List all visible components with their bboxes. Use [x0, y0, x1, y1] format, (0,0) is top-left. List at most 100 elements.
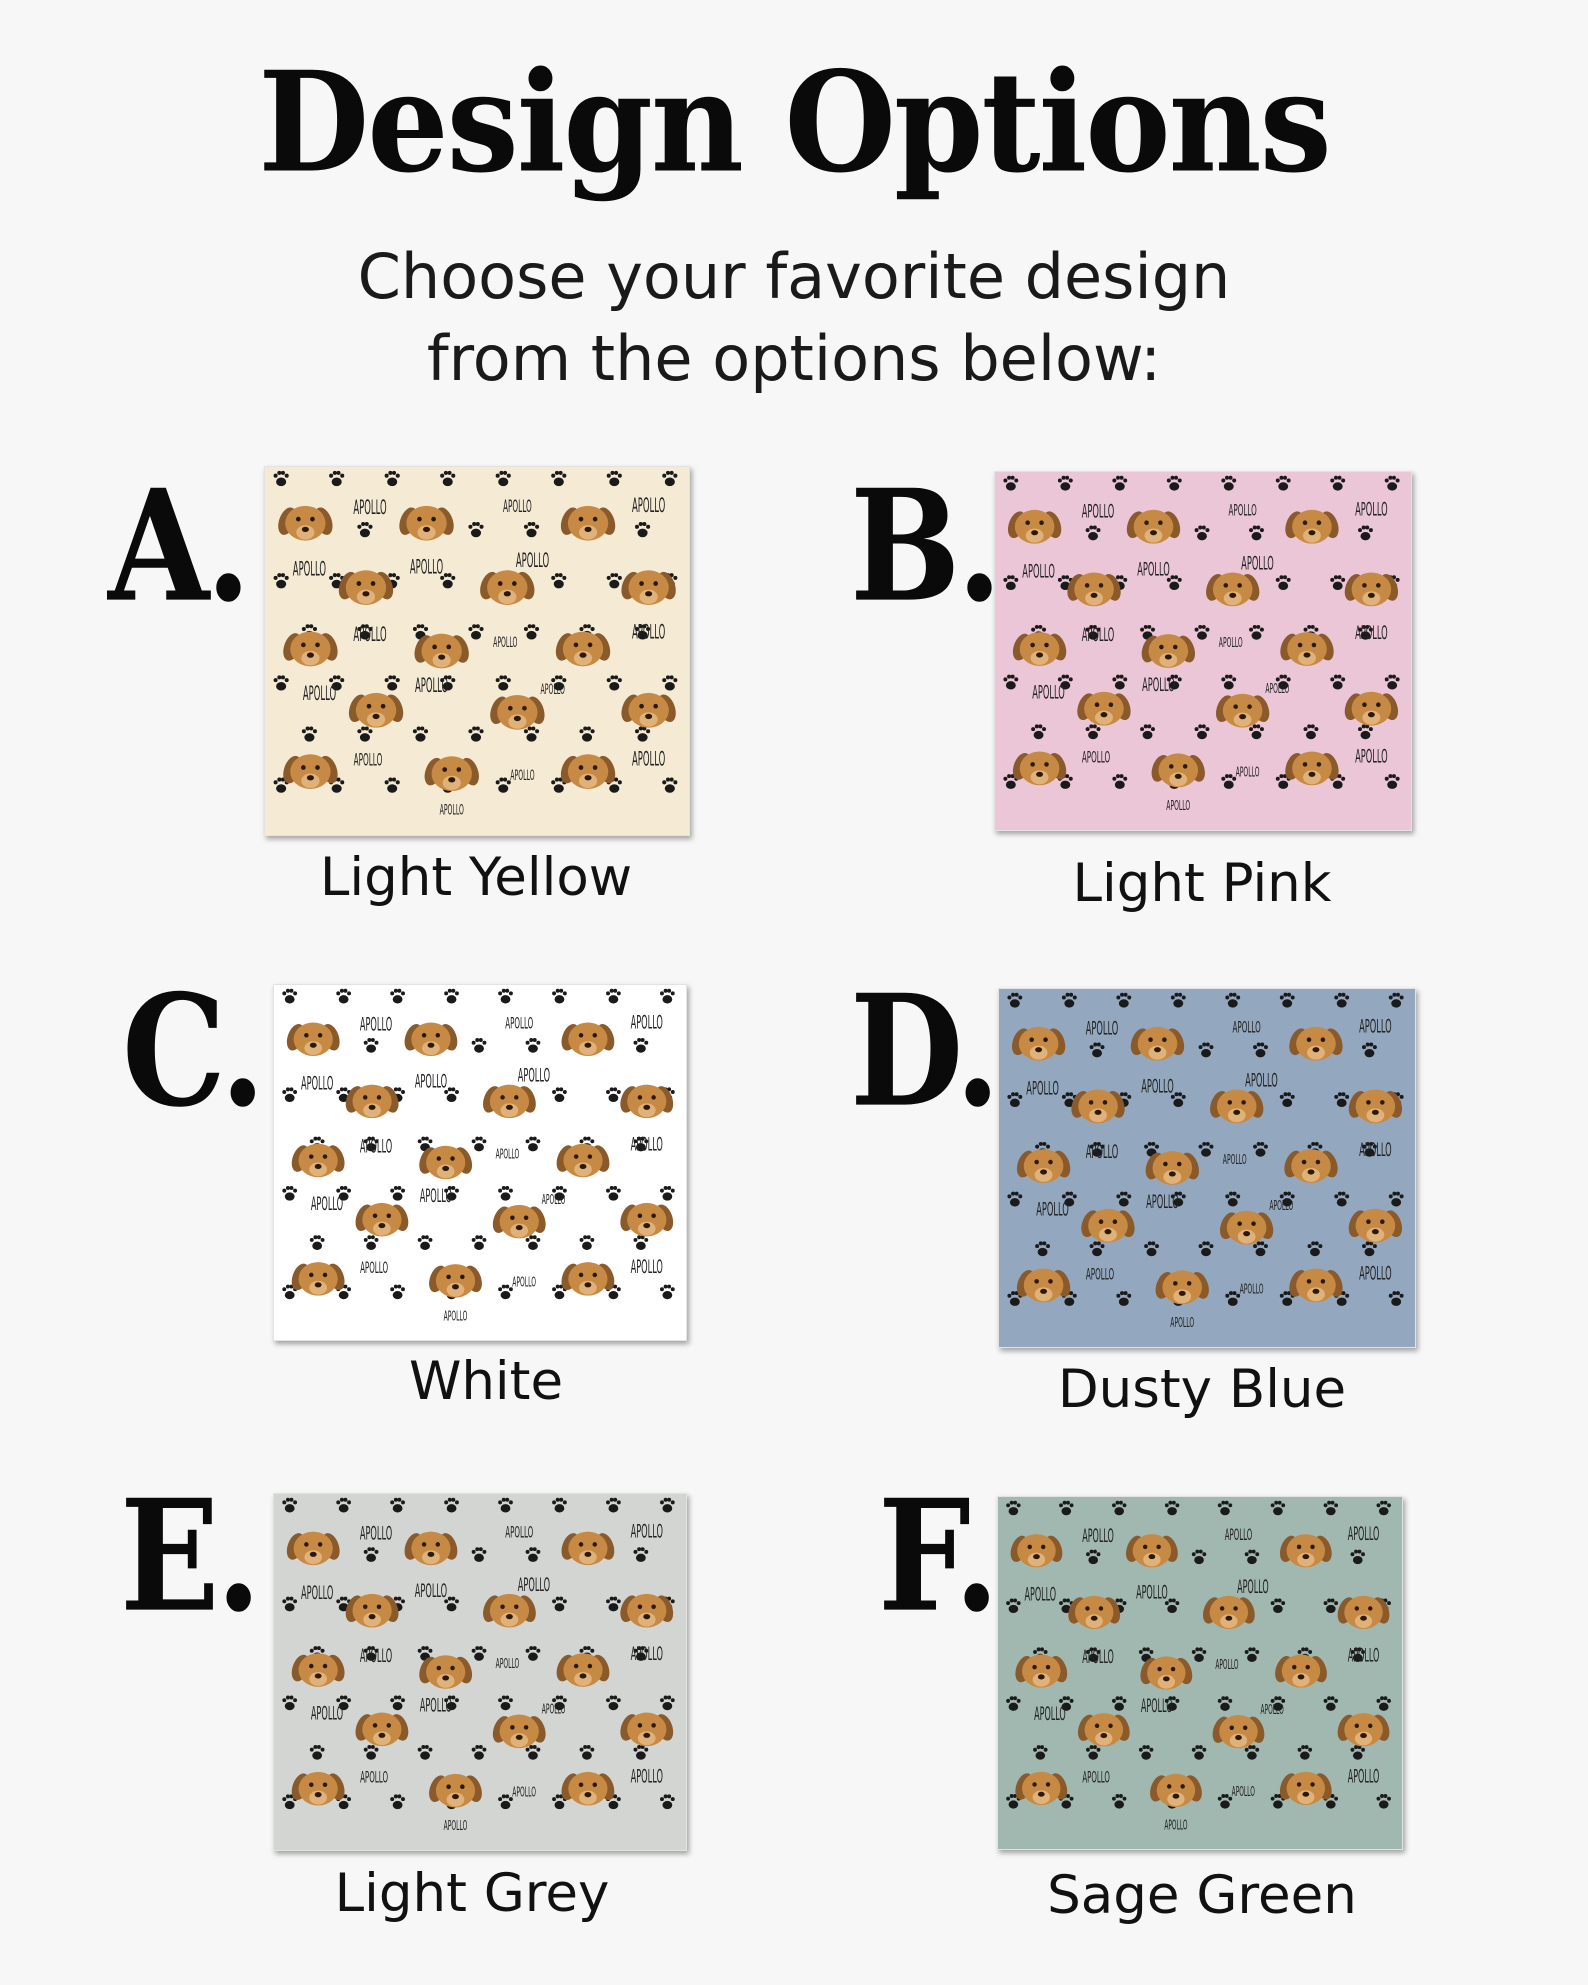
- pattern-name-text: APOLLO: [415, 674, 448, 697]
- pattern-name-text: APOLLO: [518, 1574, 550, 1596]
- option-b-caption: Light Pink: [1072, 853, 1332, 914]
- pattern-canvas: APOLLO APOLLO APOLLO APOLLO APOLLO APOLLO APOL…: [274, 1494, 686, 1850]
- pattern-name-text: APOLLO: [301, 1582, 333, 1604]
- page-title: Design Options: [258, 42, 1332, 204]
- pattern-name-text: APOLLO: [1219, 634, 1243, 650]
- pattern-name-text: APOLLO: [631, 1256, 663, 1278]
- pattern-name-text: APOLLO: [518, 1065, 550, 1087]
- pattern-name-text: APOLLO: [1228, 502, 1256, 521]
- pattern-name-text: APOLLO: [410, 556, 443, 579]
- pattern-name-text: APOLLO: [1086, 1142, 1119, 1164]
- pattern-name-text: APOLLO: [1141, 1697, 1173, 1717]
- pattern-name-text: APOLLO: [1359, 1140, 1392, 1162]
- pattern-name-text: APOLLO: [311, 1703, 343, 1725]
- pattern-name-text: APOLLO: [1082, 501, 1115, 523]
- option-f-caption: Sage Green: [1047, 1865, 1357, 1926]
- pattern-name-text: APOLLO: [1022, 561, 1055, 583]
- pattern-name-text: APOLLO: [303, 682, 336, 705]
- pattern-name-text: APOLLO: [1082, 1767, 1110, 1786]
- pattern-name-text: APOLLO: [1082, 1648, 1114, 1668]
- option-a-swatch[interactable]: APOLLO APOLLO APOLLO APOLLO APOLLO APOLLO APOL…: [264, 466, 690, 836]
- pattern-name-text: APOLLO: [1355, 499, 1388, 521]
- pattern-name-text: APOLLO: [516, 549, 549, 572]
- option-d-caption: Dusty Blue: [1057, 1359, 1347, 1420]
- pattern-name-text: APOLLO: [360, 1768, 388, 1787]
- pattern-name-text: APOLLO: [1032, 682, 1065, 704]
- pattern-name-text: APOLLO: [293, 558, 326, 581]
- pattern-name-text: APOLLO: [1137, 559, 1170, 581]
- option-e-swatch[interactable]: APOLLO APOLLO APOLLO APOLLO APOLLO APOLLO APOL…: [273, 1493, 687, 1851]
- option-d-swatch[interactable]: APOLLO APOLLO APOLLO APOLLO APOLLO APOLLO APOL…: [998, 988, 1416, 1348]
- pattern-name-text: APOLLO: [631, 1521, 663, 1543]
- pattern-name-text: APOLLO: [1170, 1314, 1194, 1330]
- pattern-name-text: APOLLO: [1142, 674, 1175, 696]
- pattern-name-text: APOLLO: [512, 1784, 536, 1800]
- option-c-letter: C.: [122, 962, 265, 1142]
- pattern-name-text: APOLLO: [360, 1258, 388, 1277]
- option-e-caption: Light Grey: [334, 1863, 610, 1924]
- pattern-name-text: APOLLO: [415, 1071, 447, 1093]
- pattern-name-text: APOLLO: [505, 1013, 533, 1032]
- pattern-name-text: APOLLO: [353, 496, 386, 519]
- pattern-name-text: APOLLO: [301, 1073, 333, 1095]
- pattern-name-text: APOLLO: [631, 1134, 663, 1156]
- pattern-name-text: APOLLO: [1348, 1767, 1380, 1787]
- pattern-name-text: APOLLO: [1141, 1076, 1174, 1098]
- pattern-name-text: APOLLO: [1086, 1018, 1119, 1040]
- option-c-caption: White: [408, 1351, 564, 1412]
- pattern-name-text: APOLLO: [1082, 1527, 1114, 1547]
- option-d-letter: D.: [850, 962, 1000, 1142]
- pattern-name-text: APOLLO: [360, 1523, 392, 1545]
- option-f-swatch[interactable]: APOLLO APOLLO APOLLO APOLLO APOLLO APOLLO APOL…: [997, 1496, 1403, 1850]
- subtitle-line-2: from the options below:: [426, 322, 1162, 395]
- pattern-canvas: APOLLO APOLLO APOLLO APOLLO APOLLO APOLLO APOL…: [998, 1497, 1402, 1849]
- pattern-name-text: APOLLO: [354, 752, 383, 771]
- option-a-caption: Light Yellow: [319, 847, 633, 908]
- pattern-name-text: APOLLO: [1026, 1078, 1059, 1100]
- pattern-name-text: APOLLO: [311, 1193, 343, 1215]
- pattern-name-text: APOLLO: [1166, 797, 1190, 813]
- pattern-name-text: APOLLO: [1082, 625, 1115, 647]
- option-c-swatch[interactable]: APOLLO APOLLO APOLLO APOLLO APOLLO APOLLO APOL…: [273, 984, 687, 1341]
- pattern-name-text: APOLLO: [1136, 1583, 1168, 1603]
- pattern-name-text: APOLLO: [440, 802, 464, 819]
- option-b-swatch[interactable]: APOLLO APOLLO APOLLO APOLLO APOLLO APOLLO APOL…: [994, 471, 1412, 831]
- option-f-letter: F.: [878, 1467, 999, 1647]
- pattern-name-text: APOLLO: [496, 1146, 520, 1162]
- pattern-name-text: APOLLO: [1348, 1525, 1380, 1545]
- pattern-name-text: APOLLO: [542, 1191, 566, 1207]
- pattern-name-text: APOLLO: [631, 1012, 663, 1034]
- pattern-name-text: APOLLO: [1025, 1585, 1057, 1605]
- pattern-name-text: APOLLO: [632, 621, 665, 644]
- pattern-name-text: APOLLO: [1359, 1016, 1392, 1038]
- pattern-name-text: APOLLO: [510, 767, 534, 784]
- page-subtitle: Choose your favorite design from the opt…: [0, 236, 1588, 400]
- pattern-name-text: APOLLO: [505, 1522, 533, 1541]
- pattern-name-text: APOLLO: [1265, 680, 1289, 696]
- pattern-name-text: APOLLO: [1241, 553, 1274, 575]
- pattern-name-text: APOLLO: [1359, 1263, 1392, 1285]
- pattern-name-text: APOLLO: [1146, 1191, 1179, 1213]
- pattern-name-text: APOLLO: [1269, 1197, 1293, 1213]
- pattern-name-text: APOLLO: [496, 1655, 520, 1671]
- pattern-name-text: APOLLO: [542, 1701, 566, 1717]
- pattern-name-text: APOLLO: [360, 1646, 392, 1668]
- subtitle-line-1: Choose your favorite design: [357, 240, 1231, 313]
- pattern-name-text: APOLLO: [1232, 1019, 1260, 1038]
- pattern-name-text: APOLLO: [503, 498, 532, 517]
- pattern-name-text: APOLLO: [444, 1818, 468, 1834]
- pattern-name-text: APOLLO: [1261, 1703, 1284, 1718]
- pattern-name-text: APOLLO: [360, 1136, 392, 1158]
- pattern-canvas: APOLLO APOLLO APOLLO APOLLO APOLLO APOLLO APOL…: [265, 467, 689, 835]
- pattern-name-text: APOLLO: [1355, 746, 1388, 768]
- pattern-name-text: APOLLO: [631, 1644, 663, 1666]
- pattern-name-text: APOLLO: [1225, 1525, 1253, 1544]
- pattern-name-text: APOLLO: [353, 623, 386, 646]
- pattern-name-text: APOLLO: [1086, 1265, 1114, 1284]
- pattern-name-text: APOLLO: [1034, 1705, 1066, 1725]
- pattern-name-text: APOLLO: [420, 1185, 452, 1207]
- pattern-canvas: APOLLO APOLLO APOLLO APOLLO APOLLO APOLLO APOL…: [995, 472, 1411, 830]
- pattern-name-text: APOLLO: [512, 1274, 536, 1290]
- pattern-name-text: APOLLO: [632, 748, 665, 771]
- pattern-name-text: APOLLO: [632, 494, 665, 517]
